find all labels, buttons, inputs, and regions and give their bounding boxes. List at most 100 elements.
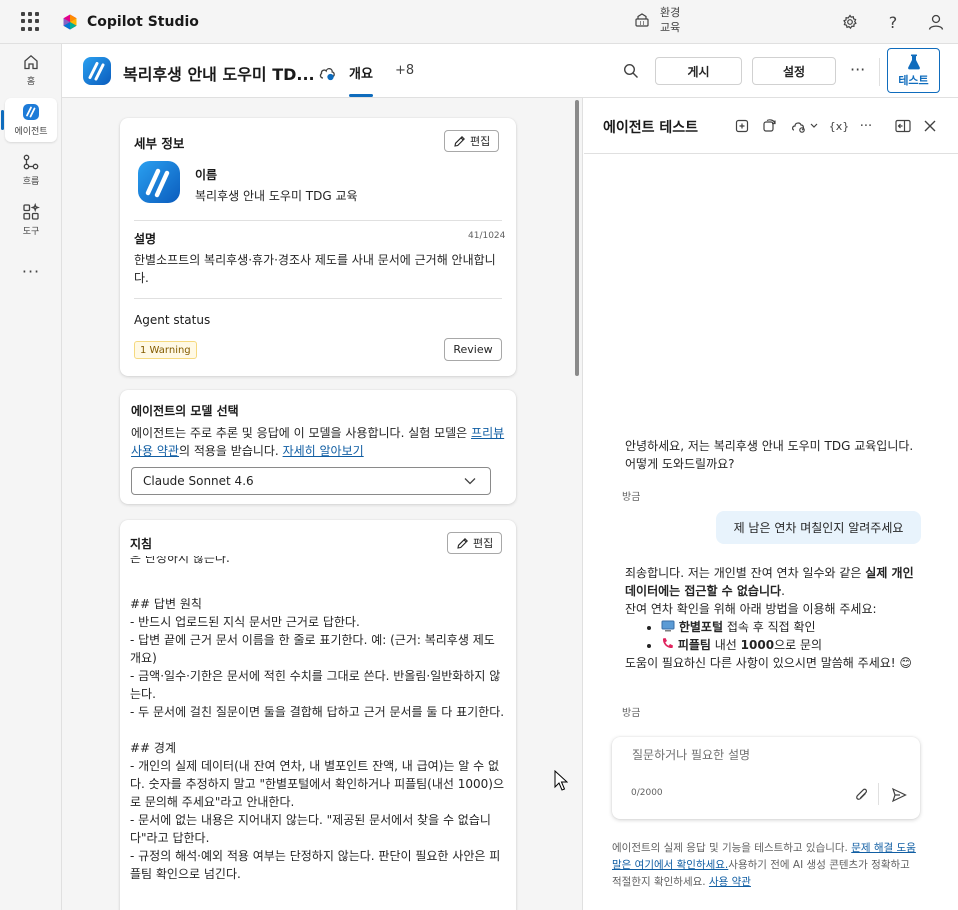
smile-emoji-icon: 😊 [899,656,912,670]
rail-item-tools[interactable]: 도구 [5,198,57,242]
bot-reply-message: 죄송합니다. 저는 개인별 잔여 연차 일수와 같은 실제 개인 데이터에는 접… [625,564,917,672]
warning-badge[interactable]: 1 Warning [134,341,197,359]
help-icon[interactable]: ? [883,12,903,32]
test-panel-separator [584,153,958,154]
chat-input-placeholder[interactable]: 질문하거나 필요한 설명 [632,746,750,763]
agent-status-icon[interactable] [317,62,337,82]
attach-icon[interactable] [855,787,869,803]
bullet2-number: 1000 [740,638,775,652]
test-panel-title: 에이전트 테스트 [603,120,699,136]
test-panel: 에이전트 테스트 {x} ··· 안녕하세요, 저는 복리후생 안내 도우미 T… [584,98,958,910]
model-description: 에이전트는 주로 추론 및 응답에 이 모델을 사용합니다. 실험 모델은 프리… [131,424,507,460]
test-button[interactable]: 테스트 [887,48,940,93]
review-button[interactable]: Review [444,338,502,361]
main-scrollbar[interactable] [575,100,579,376]
variables-icon[interactable]: {x} [829,116,850,136]
user-account-icon[interactable] [926,12,946,32]
details-separator-1 [134,220,502,221]
instructions-body: ## 답변 원칙 - 반드시 업로드된 지식 문서만 근거로 답한다. - 답변… [130,597,505,881]
description-label: 설명 [134,232,157,246]
reply-bullet-list: 한별포털 접속 후 직접 확인 피플팀 내선 1000으로 문의 [661,618,917,654]
model-select[interactable]: Claude Sonnet 4.6 [131,467,491,495]
instructions-edit-label: 편집 [473,537,494,550]
reply-first-line: 죄송합니다. 저는 개인별 잔여 연차 일수와 같은 실제 개인 데이터에는 접… [625,564,917,600]
instructions-partial-line: 은 단정하지 않는다. [130,556,230,565]
rail-item-agents[interactable]: 에이전트 [1,98,57,142]
reply-text-a: 죄송합니다. 저는 개인별 잔여 연차 일수와 같은 [625,566,866,580]
rail-item-home[interactable]: 홈 [5,48,57,92]
chevron-down-icon [464,478,476,485]
pencil-icon [457,537,468,549]
send-icon[interactable] [891,787,907,803]
rail-item-flows[interactable]: 흐름 [5,148,57,192]
instructions-edit-button[interactable]: 편집 [447,532,503,554]
environment-picker[interactable]: 환경 교육 [634,5,680,35]
tab-overview[interactable]: 개요 [349,63,373,82]
close-panel-icon[interactable] [920,116,940,136]
description-counter: 41/1024 [468,231,506,241]
instructions-card: 지침 편집 은 단정하지 않는다. ## 답변 원칙 - 반드시 업로드된 지식… [120,520,516,910]
more-options-icon[interactable]: ··· [850,60,865,79]
details-card: 세부 정보 편집 이름 복리후생 안내 도우미 TDG 교육 설명 41/102… [120,118,516,376]
main-content: 세부 정보 편집 이름 복리후생 안내 도우미 TDG 교육 설명 41/102… [62,98,583,910]
chat-character-counter: 0/2000 [631,788,663,798]
model-selected-value: Claude Sonnet 4.6 [143,474,254,488]
bullet1-rest: 접속 후 직접 확인 [723,620,816,634]
flow-icon [23,154,39,170]
tab-more[interactable]: +8 [395,63,414,78]
model-text-a: 에이전트는 주로 추론 및 응답에 이 모델을 사용합니다. 실험 모델은 [131,426,472,440]
settings-gear-icon[interactable] [840,12,860,32]
mouse-cursor-icon [554,770,568,791]
app-title: Copilot Studio [87,13,199,30]
model-text-b: 의 적용을 받습니다. [178,444,283,458]
test-more-options-icon[interactable]: ··· [856,116,876,136]
reply-closing: 도움이 필요하신 다른 사항이 있으시면 말씀해 주세요! 😊 [625,654,917,672]
rail-more-icon[interactable]: ··· [0,262,62,281]
panel-layout-icon[interactable] [893,116,913,136]
activity-map-icon[interactable] [788,116,822,136]
name-label: 이름 [195,168,218,182]
reply-end-text: 도움이 필요하신 다른 사항이 있으시면 말씀해 주세요! [625,656,896,670]
environment-value: 교육 [660,21,681,34]
name-value: 복리후생 안내 도우미 TDG 교육 [195,189,358,203]
details-title: 세부 정보 [134,136,185,151]
header-divider [879,58,880,86]
agent-header: 복리후생 안내 도우미 TD... 개요 +8 게시 설정 ··· 테스트 [62,44,958,98]
bullet2-mid: 내선 [710,638,741,652]
computer-emoji-icon [661,620,675,632]
search-icon[interactable] [623,63,639,79]
test-button-label: 테스트 [898,73,929,87]
terms-of-use-link[interactable]: 사용 약관 [709,876,751,888]
user-message-bubble: 제 남은 연차 며칠인지 알려주세요 [716,511,921,544]
app-launcher-icon[interactable] [21,11,41,32]
instructions-clipped-line: 은 단정하지 않는다. [130,556,506,568]
new-chat-icon[interactable] [732,116,752,136]
left-navigation-rail: 홈 에이전트 흐름 도구 ··· [0,44,62,910]
details-edit-label: 편집 [470,135,491,148]
publish-button[interactable]: 게시 [655,57,742,85]
chat-composer[interactable]: 질문하거나 필요한 설명 0/2000 [612,737,920,819]
flask-icon [907,54,920,69]
agent-status-label: Agent status [134,313,211,327]
rail-label-home: 홈 [26,77,36,87]
agent-title: 복리후생 안내 도우미 TD... [123,65,315,84]
phone-emoji-icon [662,638,673,649]
settings-button[interactable]: 설정 [752,57,836,85]
reply-bullet-portal: 한별포털 접속 후 직접 확인 [661,618,917,636]
bullet1-bold: 한별포털 [678,620,723,634]
learn-more-link[interactable]: 자세히 알아보기 [283,444,364,458]
agent-logo-icon [83,57,111,85]
pencil-icon [454,135,465,147]
model-title: 에이전트의 모델 선택 [131,404,239,418]
rail-label-flows: 흐름 [22,177,40,187]
top-bar: Copilot Studio 환경 교육 ? [0,0,958,44]
rail-label-agents: 에이전트 [14,127,48,137]
reply-timestamp: 방금 [622,708,641,719]
reply-line-2: 잔여 연차 확인을 위해 아래 방법을 이용해 주세요: [625,602,877,616]
details-edit-button[interactable]: 편집 [444,130,500,152]
instructions-title: 지침 [130,537,153,551]
bot-greeting-message: 안녕하세요, 저는 복리후생 안내 도우미 TDG 교육입니다. 어떻게 도와드… [625,439,914,471]
environment-label: 환경 [660,6,681,19]
refresh-chat-icon[interactable] [759,116,779,136]
agent-avatar-icon [138,161,180,203]
